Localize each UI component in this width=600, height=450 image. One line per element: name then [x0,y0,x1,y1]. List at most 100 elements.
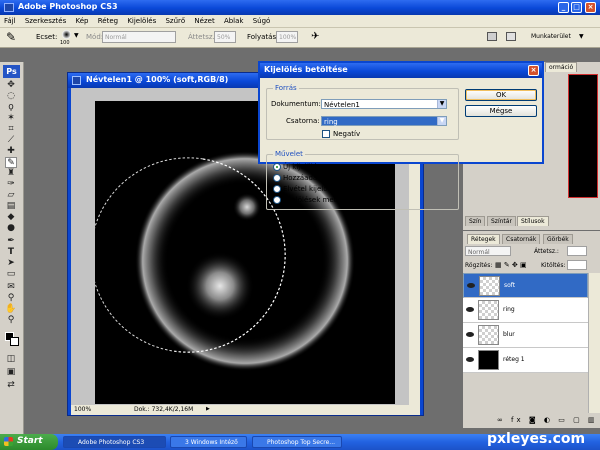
chevron-down-icon[interactable]: ▼ [579,33,584,40]
brush-preview-icon[interactable] [62,30,71,39]
layer-opacity-label: Áttetsz.: [534,248,559,255]
pen-tool-icon[interactable]: ✒ [5,236,17,247]
add-to-selection-radio[interactable] [273,174,281,182]
gradient-tool-icon[interactable]: ▤ [5,201,17,212]
quick-mask-icon[interactable]: ◫ [5,354,17,365]
notes-tool-icon[interactable]: ✉ [5,282,17,293]
start-button[interactable]: Start [0,434,58,450]
file-browser-icon[interactable] [487,32,497,41]
crop-tool-icon[interactable]: ⌗ [5,124,17,135]
layer-row-blur[interactable]: blur [463,323,588,348]
type-tool-icon[interactable]: T [5,247,17,258]
intersect-selection-label: Kijelölések metszete [283,196,356,204]
maximize-icon[interactable]: □ [571,2,582,13]
slice-tool-icon[interactable]: ⟋ [5,135,17,146]
imageready-icon[interactable]: ⇄ [5,380,17,391]
menu-item-image[interactable]: Kép [71,15,91,25]
screen-mode-icon[interactable]: ▣ [5,367,17,378]
chevron-down-icon[interactable]: ▼ [437,117,446,125]
tab-styles[interactable]: Stílusok [517,216,549,226]
layer-name: blur [503,331,515,338]
mode-label: Mód: [86,33,104,41]
opacity-field[interactable]: 50% [214,31,236,43]
ps-logo-icon[interactable]: Ps [3,65,20,78]
minimize-icon[interactable]: _ [558,2,569,13]
layer-thumbnail [479,276,500,296]
zoom-tool-icon[interactable]: ⚲ [5,315,17,326]
blend-mode-select[interactable]: Normál [465,246,511,256]
brush-tool-icon[interactable]: ✎ [6,31,16,43]
path-selection-icon[interactable]: ➤ [5,258,17,269]
lasso-tool-icon[interactable]: ϙ [5,102,17,113]
fill-field[interactable] [567,260,587,270]
ok-button[interactable]: OK [465,89,537,101]
menu-item-file[interactable]: Fájl [0,15,19,25]
menu-item-layer[interactable]: Réteg [94,15,121,25]
brush-tool-icon[interactable]: ✎ [5,157,17,168]
eraser-tool-icon[interactable]: ▱ [5,190,17,201]
tab-info[interactable]: ormáció [545,62,578,72]
layer-row-ring[interactable]: ring [463,298,588,323]
close-icon[interactable]: × [528,65,539,76]
tab-channels[interactable]: Csatornák [502,234,541,244]
workspace-label[interactable]: Munkaterület [531,33,571,40]
eye-icon[interactable] [466,307,474,312]
task-browser[interactable]: Photoshop Top Secre... [252,436,342,448]
lock-icons[interactable]: ▦ ✎ ✥ ▣ [495,261,527,269]
move-tool-icon[interactable]: ✥ [5,80,17,91]
start-label: Start [17,436,43,446]
eye-icon[interactable] [467,283,475,288]
layer-opacity-field[interactable] [567,246,587,256]
eye-icon[interactable] [466,332,474,337]
task-photoshop[interactable]: Adobe Photoshop CS3 [63,436,166,448]
stamp-tool-icon[interactable]: ♜ [5,168,17,179]
history-brush-icon[interactable]: ✑ [5,179,17,190]
airbrush-icon[interactable]: ✈ [311,32,319,42]
eyedropper-icon[interactable]: ⚲ [5,293,17,304]
layer-row-layer1[interactable]: réteg 1 [463,348,588,373]
eye-icon[interactable] [466,357,474,362]
menu-item-filter[interactable]: Szűrő [161,15,188,25]
menu-item-help[interactable]: Súgó [249,15,274,25]
menu-item-edit[interactable]: Szerkesztés [21,15,69,25]
play-icon[interactable]: ▶ [206,406,210,412]
dodge-tool-icon[interactable]: ● [5,223,17,234]
menu-item-window[interactable]: Ablak [220,15,247,25]
cancel-button[interactable]: Mégse [465,105,537,117]
tab-color[interactable]: Szín [465,216,486,226]
source-group-label: Forrás [273,84,299,92]
tab-paths[interactable]: Görbék [543,234,573,244]
menu-item-view[interactable]: Nézet [190,15,217,25]
document-select[interactable]: Névtelen1 ▼ [321,99,447,109]
palette-icon[interactable] [506,32,516,41]
invert-checkbox[interactable] [322,130,330,138]
new-selection-radio[interactable] [273,163,281,171]
chevron-down-icon[interactable]: ▼ [437,100,446,108]
dialog-title-bar[interactable]: Kijelölés betöltése × [260,63,542,78]
background-color-swatch[interactable] [10,337,19,346]
task-explorer[interactable]: 3 Windows Intéző [170,436,247,448]
close-icon[interactable]: × [585,2,596,13]
brush-size-value: 100 [60,40,70,46]
layers-scrollbar[interactable] [588,273,600,413]
healing-brush-icon[interactable]: ✚ [5,146,17,157]
tab-layers[interactable]: Rétegek [467,234,500,244]
intersect-selection-radio[interactable] [273,196,281,204]
marquee-tool-icon[interactable]: ◌ [5,91,17,102]
mode-select[interactable]: Normál [102,31,176,43]
layer-action-icons[interactable]: ∞ fx ◙ ◐ ▭ ▢ ▥ [497,416,598,424]
blur-tool-icon[interactable]: ◆ [5,212,17,223]
tab-swatches[interactable]: Színtár [487,216,516,226]
magic-wand-icon[interactable]: ✶ [5,113,17,124]
chevron-down-icon[interactable]: ▼ [74,32,79,39]
shape-tool-icon[interactable]: ▭ [5,269,17,280]
menu-item-select[interactable]: Kijelölés [123,15,159,25]
document-info[interactable]: Dok.: 732,4K/2,16M [134,406,193,413]
channel-select[interactable]: ring ▼ [321,116,447,126]
layer-row-soft[interactable]: soft [463,273,588,298]
hand-tool-icon[interactable]: ✋ [5,304,17,315]
zoom-level[interactable]: 100% [74,406,91,413]
flow-field[interactable]: 100% [276,31,298,43]
subtract-from-selection-radio[interactable] [273,185,281,193]
lock-label: Rögzítés: [465,262,493,269]
